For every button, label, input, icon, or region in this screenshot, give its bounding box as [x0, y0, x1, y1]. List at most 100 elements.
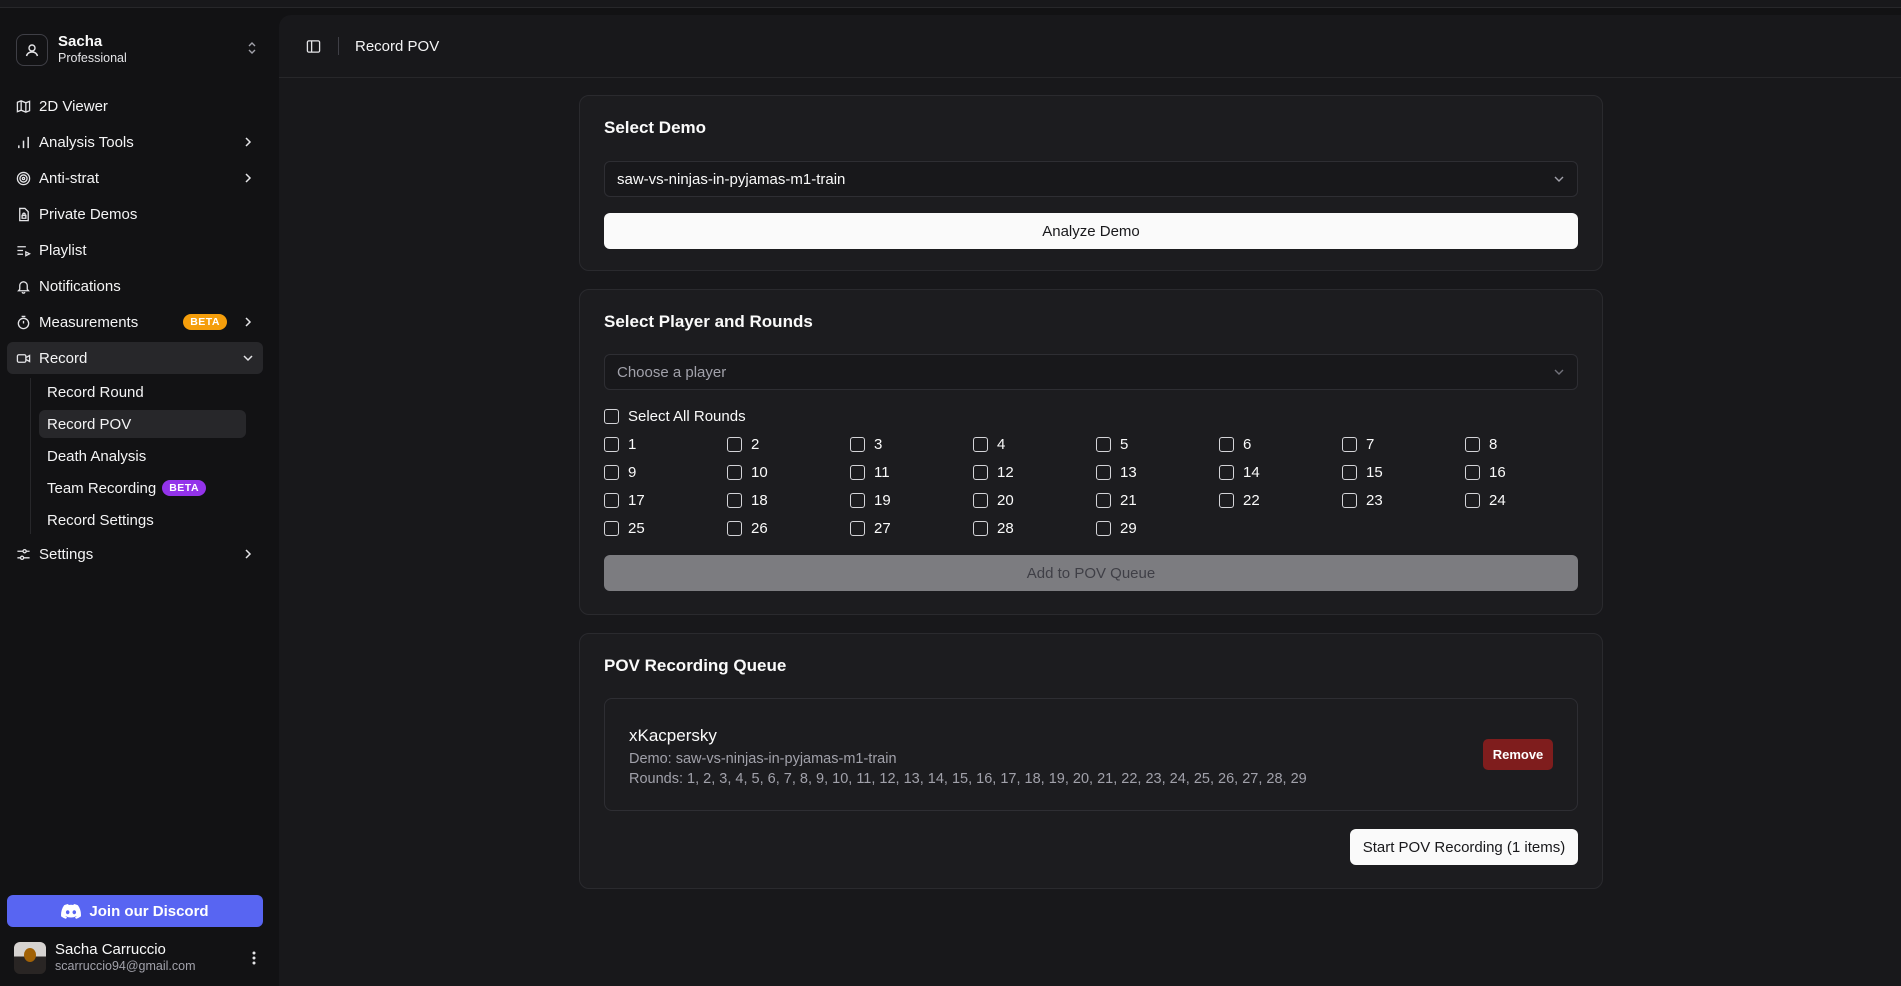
round-checkbox[interactable] [1465, 464, 1480, 480]
analyze-demo-button[interactable]: Analyze Demo [604, 213, 1578, 249]
round-checkbox[interactable] [604, 520, 619, 536]
round-option[interactable]: 11 [850, 464, 973, 481]
round-checkbox[interactable] [1342, 464, 1357, 480]
discord-icon [61, 903, 82, 919]
sidebar-subitem-death-analysis[interactable]: Death Analysis [39, 442, 246, 470]
round-option[interactable]: 6 [1219, 436, 1342, 453]
record-subnav: Record Round Record POV Death Analysis T… [30, 378, 263, 534]
round-checkbox[interactable] [850, 492, 865, 508]
sidebar-subitem-record-settings[interactable]: Record Settings [39, 506, 246, 534]
add-to-pov-queue-button[interactable]: Add to POV Queue [604, 555, 1578, 591]
join-discord-button[interactable]: Join our Discord [7, 895, 263, 927]
round-label: 8 [1489, 435, 1498, 453]
round-checkbox[interactable] [727, 492, 742, 508]
start-pov-recording-button[interactable]: Start POV Recording (1 items) [1350, 829, 1578, 865]
round-checkbox[interactable] [1096, 520, 1111, 536]
chevrons-up-down-icon [246, 41, 258, 60]
round-option[interactable]: 1 [604, 436, 727, 453]
round-checkbox[interactable] [727, 436, 742, 452]
round-checkbox[interactable] [973, 492, 988, 508]
round-checkbox[interactable] [1465, 492, 1480, 508]
round-option[interactable]: 27 [850, 520, 973, 537]
round-option[interactable]: 10 [727, 463, 850, 481]
round-option[interactable]: 14 [1219, 464, 1342, 481]
round-label: 10 [751, 463, 768, 481]
remove-button[interactable]: Remove [1483, 739, 1553, 770]
player-select[interactable]: Choose a player [604, 354, 1578, 390]
round-option[interactable]: 15 [1342, 464, 1465, 481]
round-option[interactable]: 19 [850, 492, 973, 509]
round-checkbox[interactable] [1096, 492, 1111, 508]
round-option[interactable]: 4 [973, 436, 1096, 453]
round-option[interactable]: 26 [727, 520, 850, 537]
round-option[interactable]: 24 [1465, 492, 1588, 509]
round-option[interactable]: 13 [1096, 464, 1219, 481]
select-all-checkbox[interactable] [604, 409, 619, 424]
sidebar-item-label: Notifications [39, 277, 121, 295]
round-option[interactable]: 17 [604, 492, 727, 509]
sidebar-item-notifications[interactable]: Notifications [7, 270, 263, 302]
round-option[interactable]: 23 [1342, 492, 1465, 509]
round-checkbox[interactable] [604, 492, 619, 508]
round-checkbox[interactable] [850, 464, 865, 480]
video-camera-icon [15, 350, 31, 366]
select-demo-card: Select Demo saw-vs-ninjas-in-pyjamas-m1-… [579, 95, 1603, 271]
round-option[interactable]: 12 [973, 464, 1096, 481]
round-checkbox[interactable] [850, 436, 865, 452]
round-option[interactable]: 22 [1219, 491, 1342, 509]
player-select-placeholder: Choose a player [617, 363, 727, 381]
sidebar-item-label: Settings [39, 545, 94, 563]
file-lock-icon [15, 206, 31, 222]
round-checkbox[interactable] [1342, 436, 1357, 452]
user-menu[interactable]: Sacha Carruccio scarruccio94@gmail.com [14, 940, 264, 976]
sidebar-item-playlist[interactable]: Playlist [7, 234, 263, 266]
round-option[interactable]: 25 [604, 520, 727, 537]
round-checkbox[interactable] [604, 436, 619, 452]
round-option[interactable]: 3 [850, 436, 973, 453]
sidebar-item-analysis-tools[interactable]: Analysis Tools [7, 126, 263, 158]
round-option[interactable]: 9 [604, 464, 727, 481]
round-checkbox[interactable] [727, 520, 742, 536]
queue-item: xKacpersky Demo: saw-vs-ninjas-in-pyjama… [604, 698, 1578, 811]
round-option[interactable]: 5 [1096, 436, 1219, 453]
round-option[interactable]: 21 [1096, 492, 1219, 509]
round-checkbox[interactable] [1096, 436, 1111, 452]
round-checkbox[interactable] [604, 464, 619, 480]
round-checkbox[interactable] [1096, 464, 1111, 480]
round-option[interactable]: 2 [727, 436, 850, 453]
round-option[interactable]: 8 [1465, 435, 1588, 453]
sidebar-subitem-team-recording[interactable]: Team Recording BETA [39, 474, 246, 502]
round-label: 22 [1243, 491, 1260, 509]
sidebar-item-2d-viewer[interactable]: 2D Viewer [7, 90, 263, 122]
sidebar-subitem-record-round[interactable]: Record Round [39, 378, 246, 406]
round-checkbox[interactable] [1219, 436, 1234, 452]
sidebar-item-settings[interactable]: Settings [7, 538, 263, 570]
round-checkbox[interactable] [1219, 492, 1234, 508]
round-checkbox[interactable] [973, 464, 988, 480]
round-checkbox[interactable] [850, 520, 865, 536]
round-option[interactable]: 7 [1342, 436, 1465, 453]
pov-queue-card: POV Recording Queue xKacpersky Demo: saw… [579, 633, 1603, 889]
round-checkbox[interactable] [973, 520, 988, 536]
round-checkbox[interactable] [1342, 492, 1357, 508]
round-option[interactable]: 28 [973, 520, 1096, 537]
round-option[interactable]: 20 [973, 492, 1096, 509]
sidebar-item-label: Private Demos [39, 205, 138, 223]
round-option[interactable]: 29 [1096, 520, 1219, 537]
sidebar-item-anti-strat[interactable]: Anti-strat [7, 162, 263, 194]
round-checkbox[interactable] [1465, 436, 1480, 452]
round-checkbox[interactable] [727, 464, 742, 480]
team-switcher[interactable]: Sacha Professional [8, 26, 266, 74]
sidebar-item-private-demos[interactable]: Private Demos [7, 198, 263, 230]
round-option[interactable]: 16 [1465, 464, 1588, 481]
round-checkbox[interactable] [1219, 464, 1234, 480]
demo-select[interactable]: saw-vs-ninjas-in-pyjamas-m1-train [604, 161, 1578, 197]
select-all-rounds[interactable]: Select All Rounds [604, 408, 746, 425]
sidebar-toggle-icon[interactable] [304, 37, 322, 55]
round-checkbox[interactable] [973, 436, 988, 452]
sidebar-item-measurements[interactable]: Measurements BETA [7, 306, 263, 338]
round-option[interactable]: 18 [727, 492, 850, 509]
more-vertical-icon[interactable] [244, 951, 264, 965]
sidebar-item-record[interactable]: Record [7, 342, 263, 374]
sidebar-subitem-record-pov[interactable]: Record POV [39, 410, 246, 438]
